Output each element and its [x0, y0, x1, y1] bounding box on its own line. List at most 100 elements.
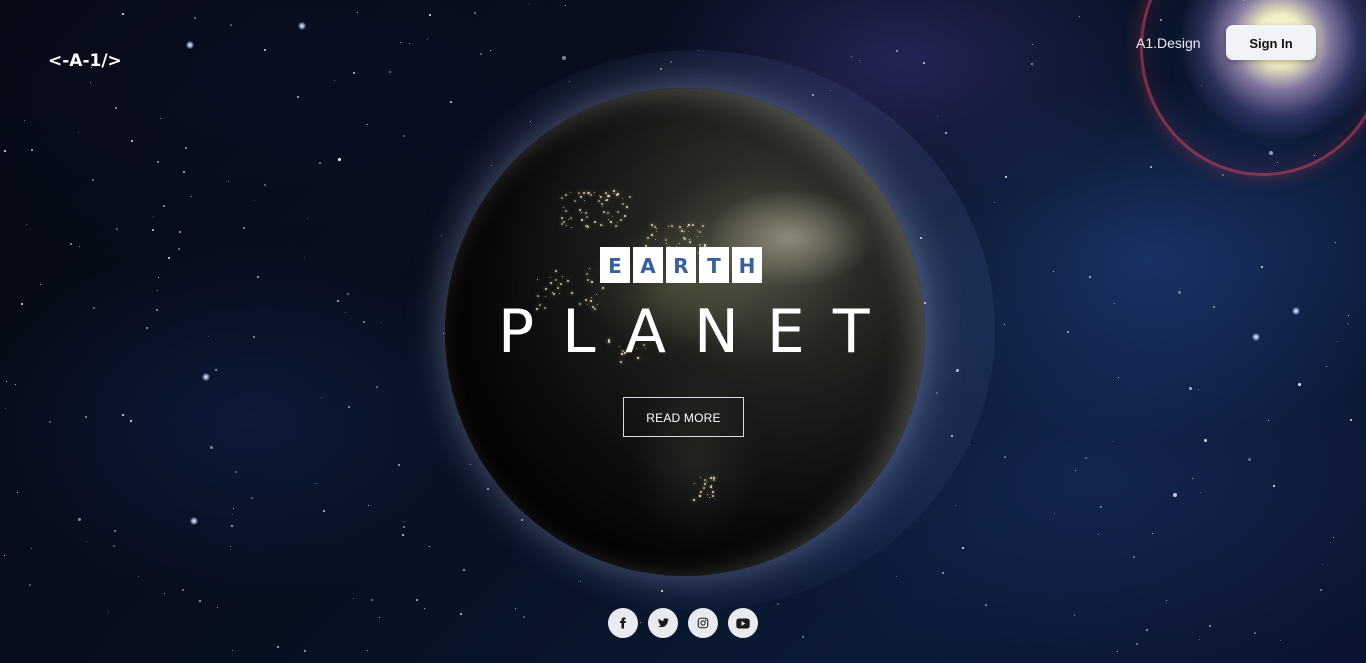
- read-more-button[interactable]: READ MORE: [623, 397, 744, 437]
- city-light: [550, 277, 551, 278]
- kicker-letter: A: [633, 247, 663, 283]
- city-light: [712, 495, 714, 497]
- star: [114, 530, 116, 532]
- star: [1113, 441, 1114, 442]
- star: [1136, 643, 1138, 645]
- city-light: [598, 200, 600, 202]
- star: [400, 42, 401, 43]
- star: [357, 12, 358, 13]
- city-light: [709, 497, 710, 498]
- star: [79, 246, 80, 247]
- facebook-link[interactable]: [608, 608, 638, 638]
- city-light: [693, 499, 695, 501]
- star: [243, 227, 245, 229]
- twitter-link[interactable]: [648, 608, 678, 638]
- city-light: [580, 196, 582, 198]
- star: [1166, 600, 1167, 601]
- star: [802, 636, 804, 638]
- city-light: [699, 495, 701, 497]
- youtube-icon: [736, 618, 750, 629]
- star: [367, 650, 368, 651]
- city-light: [587, 192, 589, 194]
- city-light: [626, 206, 628, 208]
- city-light: [617, 193, 619, 195]
- star: [368, 505, 369, 506]
- star: [122, 414, 124, 416]
- hero-title: PLANET: [498, 297, 898, 367]
- city-light: [563, 221, 565, 223]
- city-light: [584, 200, 585, 201]
- city-light: [697, 230, 698, 231]
- star: [1117, 651, 1118, 652]
- youtube-link[interactable]: [728, 608, 758, 638]
- star: [185, 147, 187, 149]
- star: [321, 397, 322, 398]
- star: [474, 12, 476, 14]
- city-light: [651, 224, 653, 226]
- star: [108, 611, 109, 612]
- city-light: [563, 207, 564, 208]
- star: [232, 514, 233, 515]
- sign-in-button[interactable]: Sign In: [1226, 25, 1316, 60]
- star: [138, 576, 139, 577]
- star: [1348, 315, 1349, 316]
- star: [208, 336, 209, 337]
- city-light: [679, 243, 680, 244]
- star: [945, 132, 947, 134]
- star: [70, 243, 72, 245]
- star: [402, 534, 404, 536]
- star: [480, 53, 482, 55]
- star: [157, 161, 159, 163]
- city-light: [671, 225, 673, 227]
- star: [4, 555, 5, 556]
- city-light: [665, 239, 667, 241]
- star: [923, 62, 925, 64]
- city-light: [601, 203, 603, 205]
- city-light: [684, 231, 685, 232]
- star: [31, 149, 33, 151]
- city-light: [566, 225, 567, 226]
- star: [1178, 291, 1181, 294]
- star: [1189, 387, 1192, 390]
- city-light: [579, 209, 581, 211]
- star: [955, 505, 956, 506]
- star: [230, 24, 232, 26]
- city-light: [581, 212, 582, 213]
- city-light: [702, 225, 704, 227]
- city-light: [587, 279, 589, 281]
- city-light: [585, 212, 587, 214]
- city-light: [574, 200, 576, 202]
- city-light: [562, 276, 563, 277]
- city-light: [703, 487, 705, 489]
- nav-link-a1-design[interactable]: A1.Design: [1136, 33, 1201, 53]
- star: [251, 497, 253, 499]
- city-light: [567, 280, 569, 282]
- city-light: [594, 221, 596, 223]
- city-light: [689, 241, 691, 243]
- star: [183, 171, 185, 173]
- star: [1173, 493, 1177, 497]
- star: [153, 216, 154, 217]
- city-light: [570, 192, 571, 193]
- star: [5, 408, 6, 409]
- star: [85, 416, 87, 418]
- star: [429, 546, 430, 547]
- city-light: [624, 215, 626, 217]
- star: [1335, 242, 1336, 243]
- star: [363, 321, 365, 323]
- city-light: [585, 225, 587, 227]
- city-light: [537, 279, 538, 280]
- star: [859, 60, 860, 61]
- star: [157, 290, 158, 291]
- star: [381, 322, 382, 323]
- star: [316, 483, 317, 484]
- city-light: [550, 282, 552, 284]
- city-light: [647, 237, 649, 239]
- site-logo[interactable]: <-A-1/>: [48, 48, 122, 74]
- star: [168, 257, 170, 259]
- star: [403, 521, 404, 522]
- city-light: [603, 211, 605, 213]
- star: [1248, 458, 1251, 461]
- instagram-link[interactable]: [688, 608, 718, 638]
- star: [398, 464, 400, 466]
